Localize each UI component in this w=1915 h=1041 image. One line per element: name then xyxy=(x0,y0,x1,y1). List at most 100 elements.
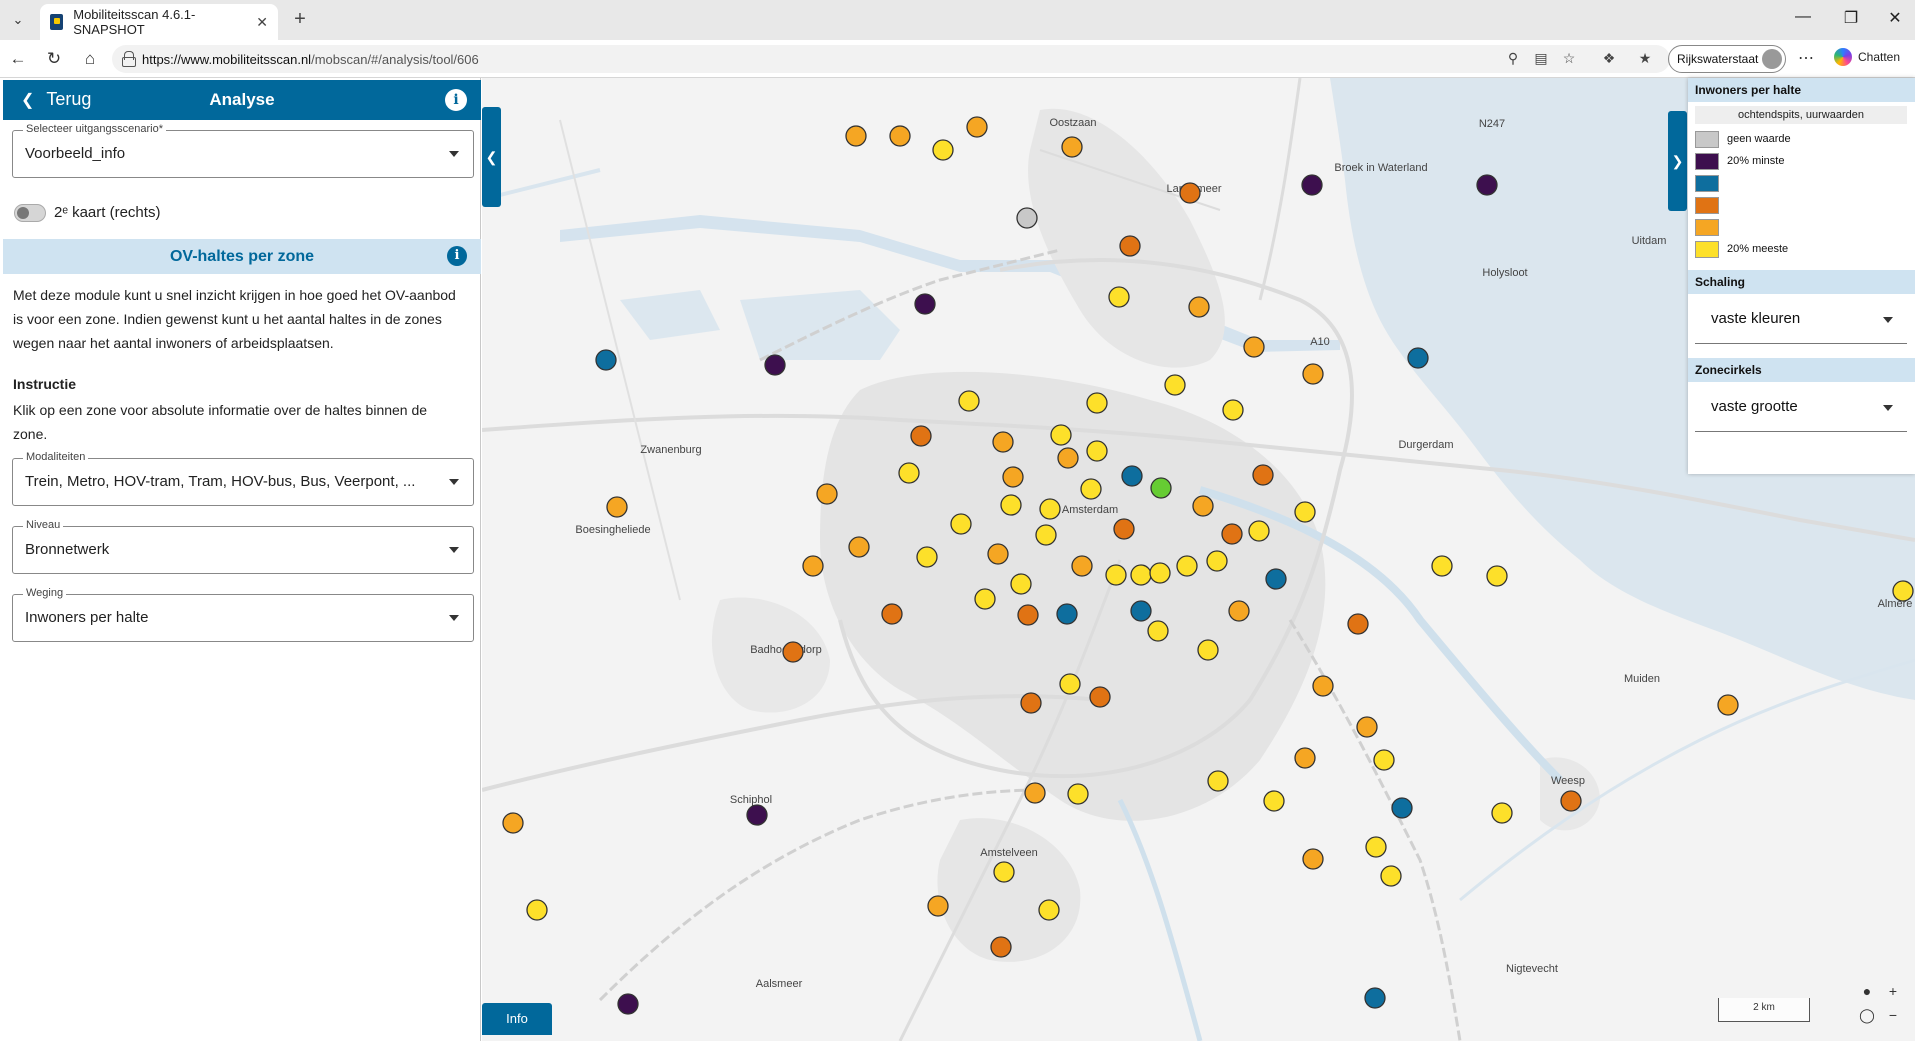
reader-icon[interactable]: ▤ xyxy=(1532,50,1550,66)
zone-stop-marker[interactable] xyxy=(1892,580,1914,602)
zone-stop-marker[interactable] xyxy=(1057,447,1079,469)
close-window-icon[interactable]: ✕ xyxy=(1880,8,1910,28)
zone-stop-marker[interactable] xyxy=(1176,555,1198,577)
zone-stop-marker[interactable] xyxy=(1061,136,1083,158)
zone-stop-marker[interactable] xyxy=(1243,336,1265,358)
zone-stop-marker[interactable] xyxy=(1080,478,1102,500)
zone-stop-marker[interactable] xyxy=(1373,749,1395,771)
zone-stop-marker[interactable] xyxy=(1164,374,1186,396)
modalities-select[interactable]: Modaliteiten Trein, Metro, HOV-tram, Tra… xyxy=(12,451,474,506)
favorite-star-icon[interactable]: ☆ xyxy=(1560,50,1578,66)
zone-stop-marker[interactable] xyxy=(1301,174,1323,196)
weight-select[interactable]: Weging Inwoners per halte xyxy=(12,587,474,642)
zone-stop-marker[interactable] xyxy=(1086,440,1108,462)
browser-tab[interactable]: Mobiliteitsscan 4.6.1-SNAPSHOT ✕ xyxy=(40,4,278,40)
zone-stop-marker[interactable] xyxy=(881,603,903,625)
second-map-toggle[interactable] xyxy=(14,204,46,222)
zone-stop-marker[interactable] xyxy=(526,899,548,921)
zone-stop-marker[interactable] xyxy=(1197,639,1219,661)
zone-stop-marker[interactable] xyxy=(1356,716,1378,738)
zone-stop-marker[interactable] xyxy=(990,936,1012,958)
zone-stop-marker[interactable] xyxy=(1039,498,1061,520)
zone-stop-marker[interactable] xyxy=(1294,747,1316,769)
zone-stop-marker[interactable] xyxy=(1050,424,1072,446)
zone-stop-marker[interactable] xyxy=(1000,494,1022,516)
zone-stop-marker[interactable] xyxy=(1294,501,1316,523)
close-tab-icon[interactable]: ✕ xyxy=(256,14,268,31)
zone-stop-marker[interactable] xyxy=(1024,782,1046,804)
zone-stop-marker[interactable] xyxy=(1347,613,1369,635)
zone-stop-marker[interactable] xyxy=(974,588,996,610)
level-select[interactable]: Niveau Bronnetwerk xyxy=(12,519,474,574)
restore-icon[interactable]: ❐ xyxy=(1836,8,1866,28)
zone-stop-marker[interactable] xyxy=(910,425,932,447)
zone-stop-marker[interactable] xyxy=(1263,790,1285,812)
zone-stop-marker[interactable] xyxy=(1119,235,1141,257)
reload-icon[interactable]: ↻ xyxy=(42,48,66,70)
zone-stop-marker[interactable] xyxy=(1265,568,1287,590)
zone-stop-marker[interactable] xyxy=(958,390,980,412)
zone-stop-marker[interactable] xyxy=(595,349,617,371)
zone-stop-marker[interactable] xyxy=(889,125,911,147)
zone-stop-marker[interactable] xyxy=(992,431,1014,453)
map-info-button[interactable]: Info xyxy=(482,1003,552,1035)
zone-stop-marker[interactable] xyxy=(1248,520,1270,542)
zone-stop-marker[interactable] xyxy=(1476,174,1498,196)
zone-stop-marker[interactable] xyxy=(1089,686,1111,708)
zone-stop-marker[interactable] xyxy=(1017,604,1039,626)
zone-stop-marker[interactable] xyxy=(782,641,804,663)
zoom-out-icon[interactable]: − xyxy=(1884,1006,1902,1024)
zone-stop-marker[interactable] xyxy=(1192,495,1214,517)
zone-stop-marker[interactable] xyxy=(746,804,768,826)
zone-stop-marker[interactable] xyxy=(1407,347,1429,369)
zone-stop-marker[interactable] xyxy=(1221,523,1243,545)
zone-stop-marker[interactable] xyxy=(1364,987,1386,1009)
zone-stop-marker[interactable] xyxy=(502,812,524,834)
zone-stop-marker[interactable] xyxy=(802,555,824,577)
zone-stop-marker[interactable] xyxy=(1086,392,1108,414)
zone-stop-marker[interactable] xyxy=(1560,790,1582,812)
zone-stop-marker[interactable] xyxy=(848,536,870,558)
profile-button[interactable]: Rijkswaterstaat xyxy=(1668,45,1786,73)
zone-stop-marker[interactable] xyxy=(606,496,628,518)
zone-stop-marker[interactable] xyxy=(1302,848,1324,870)
camera-icon[interactable]: ● xyxy=(1858,982,1876,1000)
zone-stop-marker[interactable] xyxy=(1312,675,1334,697)
info-icon[interactable]: i xyxy=(445,89,467,111)
section-info-icon[interactable]: i xyxy=(447,246,467,266)
zone-stop-marker[interactable] xyxy=(1010,573,1032,595)
minimize-icon[interactable]: — xyxy=(1788,8,1818,26)
zone-stop-marker[interactable] xyxy=(1717,694,1739,716)
chat-button[interactable]: Chatten xyxy=(1834,48,1900,66)
zone-stop-marker[interactable] xyxy=(987,543,1009,565)
zone-stop-marker[interactable] xyxy=(1486,565,1508,587)
zone-stop-marker[interactable] xyxy=(1206,550,1228,572)
zone-stop-marker[interactable] xyxy=(1491,802,1513,824)
zone-stop-marker[interactable] xyxy=(914,293,936,315)
zone-stop-marker[interactable] xyxy=(1059,673,1081,695)
zone-stop-marker[interactable] xyxy=(1067,783,1089,805)
scenario-select[interactable]: Selecteer uitgangsscenario* Voorbeeld_in… xyxy=(12,123,474,178)
zone-stop-marker[interactable] xyxy=(1035,524,1057,546)
zone-stop-marker[interactable] xyxy=(1056,603,1078,625)
globe-icon[interactable]: ◯ xyxy=(1858,1006,1876,1024)
zoom-in-icon[interactable]: + xyxy=(1884,982,1902,1000)
zone-stop-marker[interactable] xyxy=(1222,399,1244,421)
zone-stop-marker[interactable] xyxy=(1252,464,1274,486)
zone-stop-marker[interactable] xyxy=(898,462,920,484)
new-tab-icon[interactable]: + xyxy=(288,8,312,32)
zone-stop-marker[interactable] xyxy=(1147,620,1169,642)
zone-stop-marker[interactable] xyxy=(1380,865,1402,887)
zone-stop-marker[interactable] xyxy=(1113,518,1135,540)
zone-stop-marker[interactable] xyxy=(1302,363,1324,385)
zone-stop-marker[interactable] xyxy=(617,993,639,1015)
zone-stop-marker[interactable] xyxy=(1149,562,1171,584)
zone-stop-marker[interactable] xyxy=(916,546,938,568)
circles-select[interactable]: vaste grootte xyxy=(1695,392,1907,432)
zone-stop-marker[interactable] xyxy=(1431,555,1453,577)
zone-stop-marker[interactable] xyxy=(993,861,1015,883)
zone-stop-marker[interactable] xyxy=(1130,564,1152,586)
zone-stop-marker[interactable] xyxy=(932,139,954,161)
zone-stop-marker[interactable] xyxy=(1016,207,1038,229)
zone-stop-marker[interactable] xyxy=(1188,296,1210,318)
